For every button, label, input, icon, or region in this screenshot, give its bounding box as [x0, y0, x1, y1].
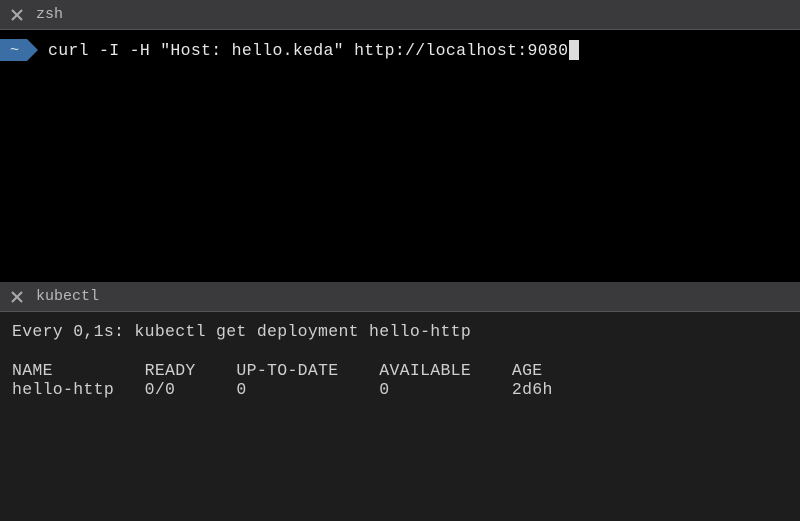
terminal-pane-kubectl: kubectl Every 0,1s: kubectl get deployme… [0, 282, 800, 521]
pane-title: zsh [36, 6, 63, 23]
cursor-icon [569, 40, 579, 60]
table-row: hello-http 0/0 0 0 2d6h [12, 380, 788, 399]
command-text: curl -I -H "Host: hello.keda" http://loc… [48, 41, 568, 60]
watch-command-line: Every 0,1s: kubectl get deployment hello… [12, 322, 788, 341]
table-header: NAME READY UP-TO-DATE AVAILABLE AGE [12, 361, 788, 380]
prompt-badge: ~ [0, 39, 38, 61]
close-icon[interactable] [10, 290, 24, 304]
terminal-body-zsh[interactable]: ~ curl -I -H "Host: hello.keda" http://l… [0, 30, 800, 282]
prompt-line: ~ curl -I -H "Host: hello.keda" http://l… [0, 38, 800, 62]
chevron-right-icon [27, 39, 38, 61]
terminal-body-kubectl[interactable]: Every 0,1s: kubectl get deployment hello… [0, 312, 800, 521]
pane-title: kubectl [36, 288, 99, 305]
titlebar-zsh: zsh [0, 0, 800, 30]
prompt-dir: ~ [0, 39, 27, 61]
titlebar-kubectl: kubectl [0, 282, 800, 312]
close-icon[interactable] [10, 8, 24, 22]
terminal-pane-zsh: zsh ~ curl -I -H "Host: hello.keda" http… [0, 0, 800, 282]
